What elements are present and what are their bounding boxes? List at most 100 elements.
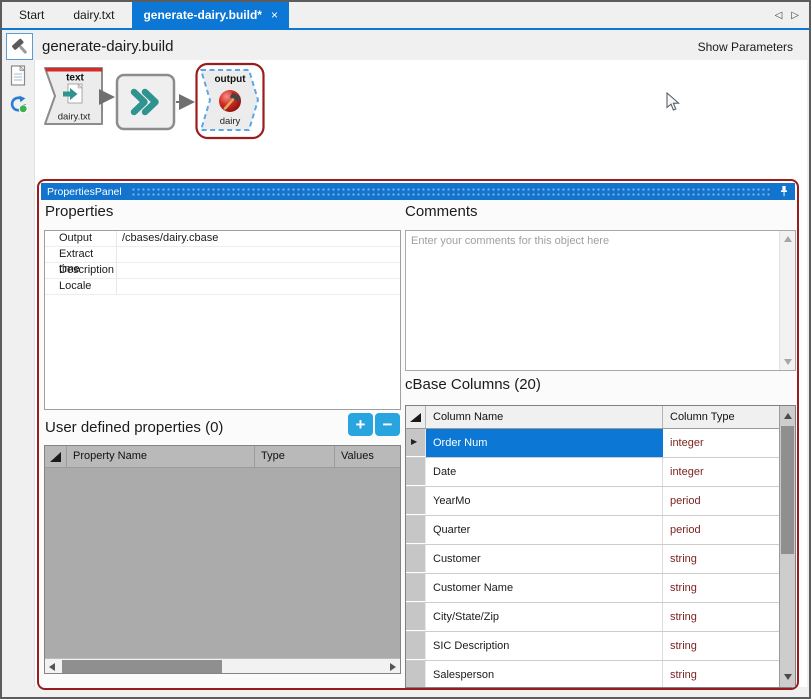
scroll-up-icon[interactable] xyxy=(784,413,792,419)
property-row-output[interactable]: Output /cbases/dairy.cbase xyxy=(45,231,400,247)
select-all-triangle-icon xyxy=(410,413,421,422)
udp-select-all-cell[interactable] xyxy=(45,446,67,467)
column-type-cell[interactable]: period xyxy=(663,516,779,544)
cbase-col-type-header[interactable]: Column Type xyxy=(663,406,779,428)
property-value[interactable] xyxy=(117,279,122,294)
tab-start[interactable]: Start xyxy=(8,2,55,28)
select-all-triangle-icon xyxy=(50,452,61,462)
process-node[interactable] xyxy=(117,75,174,129)
column-name-cell[interactable]: SIC Description xyxy=(426,632,663,660)
cbase-vertical-scrollbar[interactable] xyxy=(779,406,795,687)
udp-col-property-name[interactable]: Property Name xyxy=(67,446,255,467)
cbase-col-name-header[interactable]: Column Name xyxy=(426,406,663,428)
scroll-down-icon[interactable] xyxy=(784,359,792,365)
scroll-left-icon[interactable] xyxy=(49,663,55,671)
cbase-columns-heading: cBase Columns (20) xyxy=(405,376,541,393)
tab-scroll-left-icon[interactable]: ◁ xyxy=(775,10,783,21)
column-type-cell[interactable]: string xyxy=(663,603,779,631)
row-marker-cell[interactable] xyxy=(406,603,426,631)
row-marker-cell[interactable] xyxy=(406,632,426,660)
scrollbar-thumb[interactable] xyxy=(62,660,222,673)
pin-icon[interactable] xyxy=(779,185,789,198)
table-row[interactable]: Date integer xyxy=(406,458,779,487)
scroll-up-icon[interactable] xyxy=(784,236,792,242)
property-value[interactable]: /cbases/dairy.cbase xyxy=(117,231,218,246)
column-name-cell[interactable]: Date xyxy=(426,458,663,486)
tab-dairy-txt[interactable]: dairy.txt xyxy=(62,2,125,28)
column-name-cell[interactable]: Customer xyxy=(426,545,663,573)
scroll-down-icon[interactable] xyxy=(784,674,792,680)
column-type-cell[interactable]: string xyxy=(663,632,779,660)
properties-grid[interactable]: Output /cbases/dairy.cbase Extract time … xyxy=(44,230,401,410)
udp-col-type[interactable]: Type xyxy=(255,446,335,467)
cbase-columns-grid[interactable]: Column Name Column Type ▶ Order Num inte… xyxy=(405,405,796,688)
tab-scroll-right-icon[interactable]: ▷ xyxy=(791,10,799,21)
input-node-dairy-txt[interactable]: text dairy.txt xyxy=(45,68,102,124)
refresh-tool-button[interactable] xyxy=(9,94,31,116)
row-marker-cell[interactable] xyxy=(406,661,426,687)
properties-panel-titlebar[interactable]: PropertiesPanel xyxy=(41,183,795,200)
remove-property-button[interactable]: − xyxy=(375,413,400,436)
close-tab-icon[interactable]: × xyxy=(271,2,278,28)
document-tool-button[interactable] xyxy=(9,65,31,87)
node-type-label: output xyxy=(214,74,246,85)
column-type-cell[interactable]: string xyxy=(663,574,779,602)
column-name-cell[interactable]: Order Num xyxy=(426,429,663,457)
properties-heading: Properties xyxy=(45,203,113,220)
app-window: Start dairy.txt generate-dairy.build* × … xyxy=(0,0,811,699)
table-row[interactable]: SIC Description string xyxy=(406,632,779,661)
cbase-select-all-cell[interactable] xyxy=(406,406,426,428)
current-row-arrow-icon: ▶ xyxy=(411,437,417,446)
property-label: Extract time xyxy=(45,247,117,262)
column-type-cell[interactable]: integer xyxy=(663,458,779,486)
udp-col-values[interactable]: Values xyxy=(335,446,400,467)
column-name-cell[interactable]: YearMo xyxy=(426,487,663,515)
property-row-description[interactable]: Description xyxy=(45,263,400,279)
column-name-cell[interactable]: Customer Name xyxy=(426,574,663,602)
row-marker-cell[interactable] xyxy=(406,458,426,486)
tab-generate-dairy-build[interactable]: generate-dairy.build* × xyxy=(132,2,289,28)
table-row[interactable]: Customer string xyxy=(406,545,779,574)
column-type-cell[interactable]: string xyxy=(663,661,779,687)
row-marker-cell[interactable] xyxy=(406,574,426,602)
document-icon xyxy=(9,65,27,87)
row-marker-cell[interactable] xyxy=(406,487,426,515)
column-name-cell[interactable]: City/State/Zip xyxy=(426,603,663,631)
build-tool-button[interactable] xyxy=(6,33,33,60)
table-row[interactable]: Customer Name string xyxy=(406,574,779,603)
column-name-cell[interactable]: Salesperson xyxy=(426,661,663,687)
node-name-label: dairy.txt xyxy=(58,112,91,123)
scrollbar-thumb[interactable] xyxy=(781,426,794,554)
output-node-dairy[interactable]: output dairy xyxy=(201,70,258,130)
udp-empty-body xyxy=(45,468,400,658)
column-name-cell[interactable]: Quarter xyxy=(426,516,663,544)
table-row[interactable]: Salesperson string xyxy=(406,661,779,687)
comments-scrollbar[interactable] xyxy=(779,231,795,370)
node-error-bar xyxy=(45,68,102,72)
row-marker-cell[interactable] xyxy=(406,545,426,573)
add-property-button[interactable]: + xyxy=(348,413,373,436)
property-row-locale[interactable]: Locale xyxy=(45,279,400,295)
row-marker-cell[interactable] xyxy=(406,516,426,544)
table-row[interactable]: City/State/Zip string xyxy=(406,603,779,632)
build-flow-diagram: text dairy.txt output xyxy=(35,60,775,180)
udp-horizontal-scrollbar[interactable] xyxy=(45,658,400,674)
tab-label: generate-dairy.build* xyxy=(143,2,261,28)
user-defined-properties-grid[interactable]: Property Name Type Values xyxy=(44,445,401,674)
show-parameters-link[interactable]: Show Parameters xyxy=(698,40,793,54)
column-type-cell[interactable]: string xyxy=(663,545,779,573)
property-value[interactable] xyxy=(117,247,122,262)
comments-input[interactable] xyxy=(406,231,780,370)
titlebar-drag-texture xyxy=(131,187,770,196)
column-type-cell[interactable]: period xyxy=(663,487,779,515)
table-row[interactable]: ▶ Order Num integer xyxy=(406,429,779,458)
property-value[interactable] xyxy=(117,263,122,278)
scroll-right-icon[interactable] xyxy=(390,663,396,671)
property-row-extract-time[interactable]: Extract time xyxy=(45,247,400,263)
column-type-cell[interactable]: integer xyxy=(663,429,779,457)
table-row[interactable]: YearMo period xyxy=(406,487,779,516)
cbase-rows: ▶ Order Num integer Date integer YearMo … xyxy=(406,429,779,687)
table-row[interactable]: Quarter period xyxy=(406,516,779,545)
tab-bar: Start dairy.txt generate-dairy.build* × … xyxy=(2,2,809,28)
row-marker-cell[interactable]: ▶ xyxy=(406,429,426,457)
